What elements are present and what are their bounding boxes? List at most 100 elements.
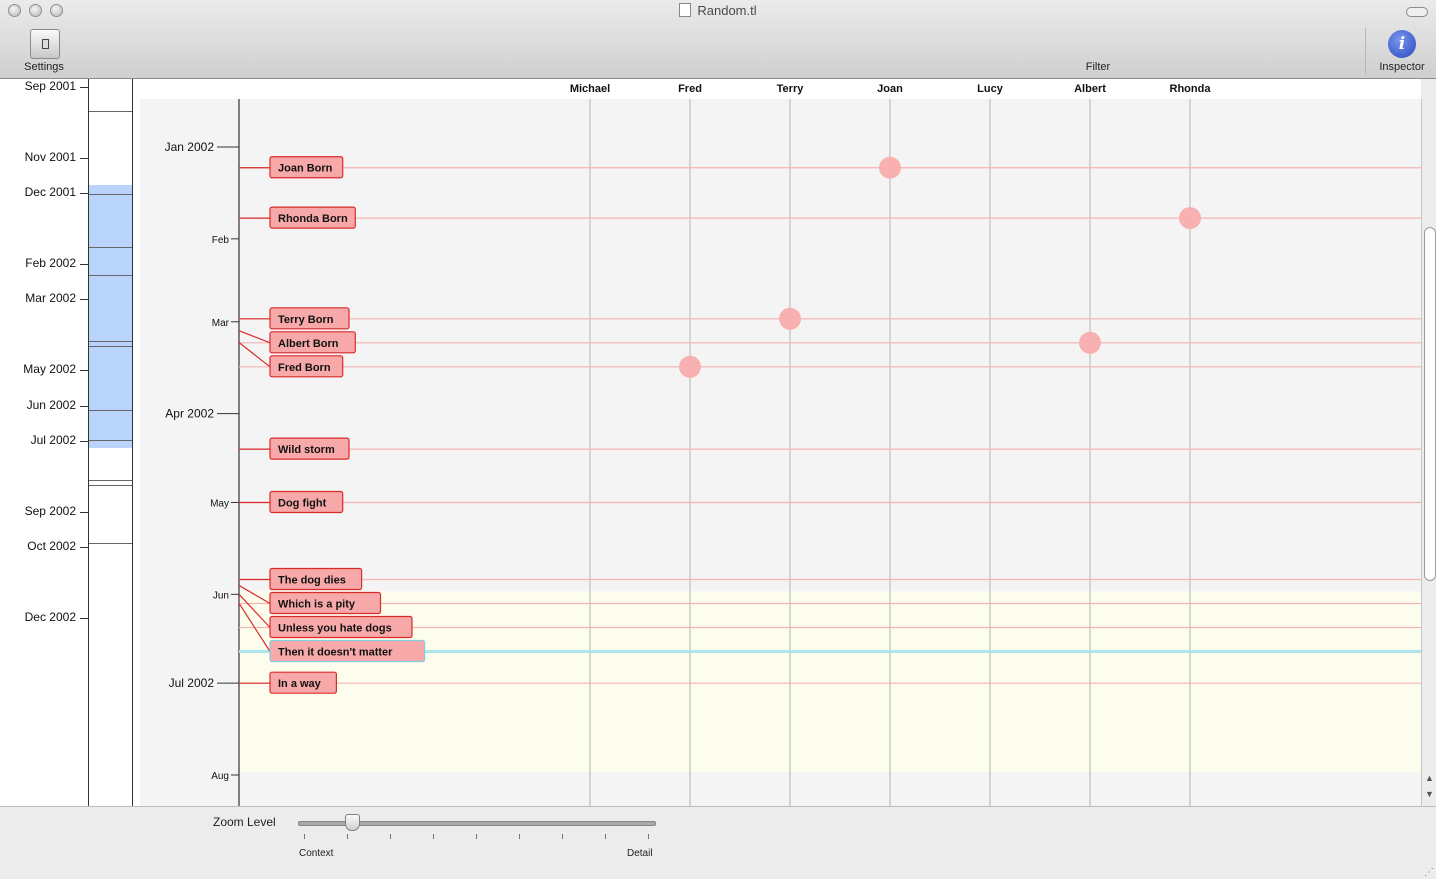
overview-date-label: Oct 2002 xyxy=(27,539,76,554)
person-event-dot[interactable] xyxy=(1079,331,1101,354)
event-box[interactable]: Albert Born xyxy=(269,331,356,354)
overview-date-label: May 2002 xyxy=(23,362,76,377)
event-box[interactable]: Rhonda Born xyxy=(269,206,356,229)
event-label: Which is a pity xyxy=(278,598,356,610)
overview-tick xyxy=(80,618,88,619)
event-box[interactable]: Unless you hate dogs xyxy=(269,615,413,639)
event-box[interactable]: In a way xyxy=(269,671,338,694)
axis-date-label: May xyxy=(210,498,229,509)
overview-tick xyxy=(80,511,88,513)
axis-date-label: Aug xyxy=(211,771,229,782)
event-box[interactable]: Joan Born xyxy=(269,156,344,179)
settings-label: Settings xyxy=(24,61,64,73)
event-label: Albert Born xyxy=(278,338,339,350)
person-column-header[interactable]: Fred xyxy=(678,83,702,95)
axis-date-label: Feb xyxy=(212,235,230,246)
person-column-header[interactable]: Joan xyxy=(877,83,903,95)
overview-event-marker xyxy=(89,480,132,481)
overview-tick xyxy=(80,264,88,265)
overview-date-label: Dec 2002 xyxy=(24,610,76,624)
person-column-header[interactable]: Rhonda xyxy=(1170,83,1212,95)
overview-tick xyxy=(80,157,88,159)
event-box[interactable]: Terry Born xyxy=(269,307,350,330)
person-event-dot[interactable] xyxy=(779,307,801,330)
zoom-context-label: Context xyxy=(299,848,334,859)
bottom-bar: Zoom Level Context Detail ⋰ xyxy=(0,806,1436,879)
person-column-header[interactable]: Lucy xyxy=(977,83,1004,95)
person-column-header[interactable]: Albert xyxy=(1074,83,1106,95)
event-label: Terry Born xyxy=(278,314,334,326)
overview-tick xyxy=(80,193,88,195)
info-icon: i xyxy=(1388,30,1416,58)
inspector-label: Inspector xyxy=(1379,61,1425,73)
window-title: Random.tl xyxy=(0,3,1436,18)
scroll-up-arrow[interactable]: ▲ xyxy=(1425,773,1434,783)
overview-timeline[interactable]: Sep 2001 Nov 2001 Dec 2001 Feb 2002 Mar 2002… xyxy=(0,79,141,806)
event-box[interactable]: The dog dies xyxy=(269,567,363,591)
zoom-level-label: Zoom Level xyxy=(213,815,276,829)
event-box[interactable]: Wild storm xyxy=(269,437,350,460)
timeline-view[interactable]: Michael Fred Terry Joan Lucy Albert Rhonda Jan … xyxy=(140,79,1421,806)
event-label: Rhonda Born xyxy=(278,213,348,225)
person-column-header[interactable]: Terry xyxy=(777,83,805,95)
zoom-tick xyxy=(304,834,305,839)
event-label: Then it doesn't matter xyxy=(278,646,393,658)
timeline-canvas[interactable]: Michael Fred Terry Joan Lucy Albert Rhonda Jan … xyxy=(140,79,1421,806)
zoom-tick xyxy=(433,834,434,839)
zoom-tick xyxy=(390,834,391,839)
person-event-dot[interactable] xyxy=(879,156,901,179)
event-box[interactable]: Dog fight xyxy=(269,490,344,514)
event-label: In a way xyxy=(278,678,322,690)
filter-label[interactable]: Filter xyxy=(1068,61,1128,73)
event-box[interactable]: Then it doesn't matter xyxy=(269,639,426,663)
overview-date-label: Jun 2002 xyxy=(26,397,76,412)
toolbar-toggle-button[interactable] xyxy=(1406,7,1428,17)
overview-event-marker xyxy=(89,111,132,112)
overview-tick xyxy=(80,441,88,442)
event-box[interactable]: Fred Born xyxy=(269,355,344,378)
axis-date-label: Jul 2002 xyxy=(169,676,215,690)
event-label: The dog dies xyxy=(278,574,346,586)
overview-tick xyxy=(80,87,88,88)
overview-date-label: Mar 2002 xyxy=(25,291,76,306)
zoom-slider-thumb[interactable] xyxy=(345,814,361,831)
zoom-tick xyxy=(648,834,649,839)
overview-date-label: Jul 2002 xyxy=(30,433,76,447)
window-titlebar: Random.tl Settings Filter i Inspector xyxy=(0,0,1436,79)
overview-event-marker xyxy=(89,275,132,276)
zoom-tick xyxy=(605,834,606,839)
event-label: Joan Born xyxy=(278,163,333,175)
event-box[interactable]: Which is a pity xyxy=(269,591,382,615)
person-event-dot[interactable] xyxy=(1179,207,1201,230)
overview-date-label: Feb 2002 xyxy=(25,256,76,270)
zoom-tick xyxy=(562,834,563,839)
overview-visible-range[interactable] xyxy=(89,185,132,449)
overview-date-label: Dec 2001 xyxy=(24,185,76,200)
overview-event-marker xyxy=(89,410,132,411)
person-event-dot[interactable] xyxy=(679,355,701,378)
overview-date-label: Nov 2001 xyxy=(24,149,76,164)
overview-tick xyxy=(80,547,88,549)
overview-tick xyxy=(80,370,88,372)
overview-event-marker xyxy=(89,440,132,441)
person-column-header[interactable]: Michael xyxy=(570,83,610,95)
resize-grip-icon[interactable]: ⋰ xyxy=(1424,867,1434,878)
overview-event-marker xyxy=(89,341,132,342)
zoom-tick xyxy=(347,834,348,839)
scroll-down-arrow[interactable]: ▼ xyxy=(1425,789,1434,799)
overview-event-marker xyxy=(89,346,132,347)
overview-event-marker xyxy=(89,485,132,486)
overview-event-marker xyxy=(89,247,132,248)
event-label: Unless you hate dogs xyxy=(278,622,392,634)
overview-tick xyxy=(80,405,88,407)
document-icon xyxy=(679,3,692,17)
axis-date-label: Apr 2002 xyxy=(165,407,214,421)
scrollbar-thumb[interactable] xyxy=(1424,227,1436,581)
window-title-text: Random.tl xyxy=(697,3,757,18)
axis-date-label: Jan 2002 xyxy=(165,140,215,154)
overview-date-label: Sep 2001 xyxy=(24,79,76,93)
axis-date-label: Jun xyxy=(213,590,229,601)
overview-event-marker xyxy=(89,543,132,544)
event-label: Wild storm xyxy=(278,444,335,456)
vertical-scrollbar[interactable]: ▲ ▼ xyxy=(1421,99,1436,806)
